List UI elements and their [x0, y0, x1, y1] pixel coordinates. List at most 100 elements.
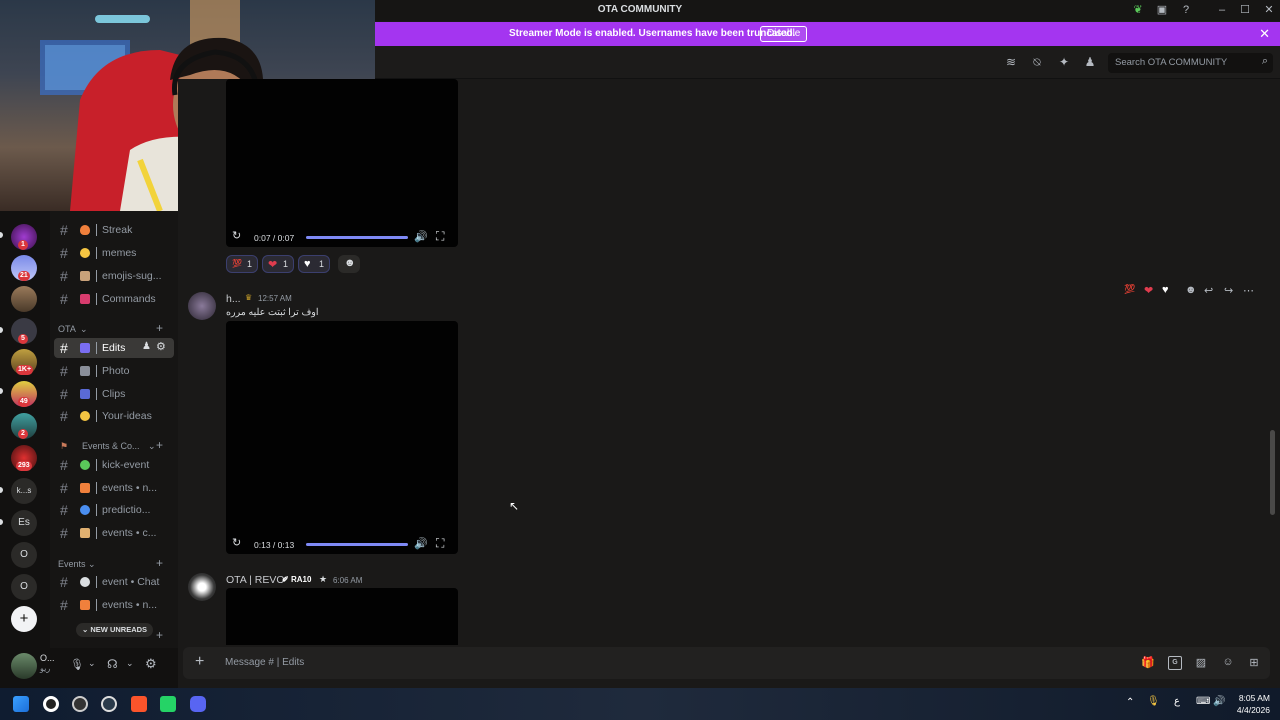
inbox-icon[interactable]: ▣ [1154, 3, 1170, 17]
search-input[interactable]: Search OTA COMMUNITY ⌕ [1108, 53, 1273, 73]
channel-events-c[interactable]: # events • c... [54, 523, 174, 543]
tray-chevron-up-icon[interactable]: ⌃ [1126, 697, 1134, 708]
video-progress-bar[interactable] [306, 543, 408, 546]
gear-icon[interactable]: ⚙ [156, 340, 166, 353]
scrollbar-thumb[interactable] [1270, 430, 1275, 515]
minimize-button[interactable]: – [1214, 3, 1230, 17]
forward-icon[interactable]: ↪ [1224, 284, 1233, 297]
video-progress-bar[interactable] [306, 236, 408, 239]
channel-streak[interactable]: # Streak [54, 220, 174, 240]
chevron-down-icon[interactable]: ⌄ [126, 658, 134, 669]
channel-edits[interactable]: # Edits ♟ ⚙ [54, 338, 174, 358]
chevron-down-icon[interactable]: ⌄ [88, 658, 96, 669]
network-icon[interactable]: ⌨ [1196, 696, 1210, 707]
attach-plus-icon[interactable]: + [195, 653, 204, 671]
channel-your-ideas[interactable]: # Your-ideas [54, 406, 174, 426]
language-indicator[interactable]: ع [1174, 696, 1180, 707]
add-reaction-button[interactable]: ☻ [338, 255, 360, 273]
video-player[interactable] [226, 588, 458, 645]
channel-event-chat[interactable]: # event • Chat [54, 572, 174, 592]
tray-microphone-icon[interactable]: 🎙 [1147, 696, 1160, 707]
chevron-down-icon[interactable]: ⌄ [88, 559, 96, 570]
emoji-picker-icon[interactable]: ☺ [1221, 656, 1235, 670]
avatar[interactable] [188, 573, 216, 601]
message-author[interactable]: OTA | REVO [226, 574, 285, 586]
message-composer[interactable]: + Message # | Edits 🎁 G ▨ ☺ ⊞ [183, 647, 1270, 679]
whatsapp-icon[interactable] [160, 696, 176, 712]
server-icon[interactable] [11, 286, 37, 312]
reaction-white-heart[interactable]: ♥ 1 [298, 255, 330, 273]
message-input[interactable]: Message # | Edits [225, 657, 304, 668]
user-settings-gear-icon[interactable]: ⚙ [145, 656, 157, 672]
banner-close-icon[interactable]: ✕ [1259, 26, 1270, 42]
volume-icon[interactable]: 🔊 [414, 230, 428, 243]
pin-icon[interactable]: ✦ [1056, 55, 1072, 71]
fullscreen-icon[interactable]: ⛶ [436, 229, 444, 244]
channel-kick-event[interactable]: # kick-event [54, 455, 174, 475]
volume-icon[interactable]: 🔊 [414, 537, 428, 550]
add-channel-icon[interactable]: + [156, 556, 163, 570]
avatar[interactable] [11, 653, 37, 679]
category-events[interactable]: Events & Co... [82, 441, 140, 451]
server-es[interactable]: Es [11, 510, 37, 536]
obs-icon[interactable] [43, 696, 59, 712]
sticker-icon[interactable]: ▨ [1194, 656, 1208, 670]
channel-photo[interactable]: # Photo [54, 361, 174, 381]
category-ota[interactable]: OTA [58, 324, 76, 334]
add-channel-icon[interactable]: + [156, 628, 163, 642]
reaction-heart[interactable]: ❤ 1 [262, 255, 294, 273]
replay-icon[interactable]: ↻ [232, 536, 241, 549]
hundred-emoji-icon[interactable]: 💯 [1124, 284, 1135, 295]
chevron-down-icon[interactable]: ⌄ [80, 324, 88, 335]
message-author[interactable]: h... [226, 293, 241, 305]
server-o[interactable]: O [11, 542, 37, 568]
video-player[interactable]: ↻ 0:07 / 0:07 🔊 ⛶ [226, 79, 458, 247]
microphone-icon[interactable]: 🎙 [70, 658, 84, 671]
apps-icon[interactable]: ⊞ [1247, 656, 1261, 670]
channel-events-n-2[interactable]: # events • n... [54, 595, 174, 615]
volume-icon[interactable]: 🔊 [1213, 696, 1225, 707]
channel-clips[interactable]: # Clips [54, 384, 174, 404]
help-icon[interactable]: ? [1178, 3, 1194, 17]
avatar[interactable] [188, 292, 216, 320]
leaf-icon[interactable]: ❦ [1130, 3, 1146, 17]
channel-emojis[interactable]: # emojis-sug... [54, 266, 174, 286]
threads-icon[interactable]: ≋ [1003, 55, 1019, 71]
gif-icon[interactable]: G [1168, 656, 1182, 670]
new-unreads-pill[interactable]: ⌄ NEW UNREADS [76, 623, 154, 637]
channel-memes[interactable]: # memes [54, 243, 174, 263]
video-player[interactable]: ↻ 0:13 / 0:13 🔊 ⛶ [226, 321, 458, 554]
close-window-button[interactable]: ✕ [1261, 3, 1277, 17]
discord-icon[interactable] [190, 696, 206, 712]
invite-icon[interactable]: ♟ [142, 341, 151, 352]
disable-button[interactable]: Disable [760, 26, 808, 42]
reply-icon[interactable]: ↩ [1204, 284, 1213, 297]
channel-commands[interactable]: # Commands [54, 289, 174, 309]
channel-events-n[interactable]: # events • n... [54, 478, 174, 498]
brave-icon[interactable] [131, 696, 147, 712]
fullscreen-icon[interactable]: ⛶ [436, 536, 444, 551]
system-clock[interactable]: 8:05 AM 4/4/2026 [1237, 692, 1270, 716]
steam-icon[interactable] [101, 696, 117, 712]
member-list-icon[interactable]: ♟ [1082, 55, 1098, 71]
chevron-down-icon[interactable]: ⌄ [148, 441, 156, 452]
mute-bell-icon[interactable]: ⍉ [1029, 55, 1045, 71]
add-channel-icon[interactable]: + [156, 438, 163, 452]
server-ks[interactable]: k...s [11, 478, 37, 504]
reaction-hundred[interactable]: 💯 1 [226, 255, 258, 273]
white-heart-icon[interactable]: ♥ [1162, 284, 1169, 296]
add-reaction-icon[interactable]: ☻ [1185, 284, 1197, 296]
headphones-icon[interactable]: ☊ [107, 657, 118, 671]
maximize-button[interactable]: ☐ [1237, 3, 1253, 17]
add-server-button[interactable]: + [11, 606, 37, 632]
replay-icon[interactable]: ↻ [232, 229, 241, 242]
server-o[interactable]: O [11, 574, 37, 600]
red-heart-icon[interactable]: ❤ [1144, 284, 1153, 297]
windows-start-icon[interactable] [13, 696, 29, 712]
category-events-2[interactable]: Events [58, 559, 86, 569]
app-icon[interactable] [72, 696, 88, 712]
add-channel-icon[interactable]: + [156, 321, 163, 335]
gift-icon[interactable]: 🎁 [1141, 656, 1155, 670]
channel-predictions[interactable]: # predictio... [54, 500, 174, 520]
more-icon[interactable]: ⋯ [1243, 284, 1254, 297]
